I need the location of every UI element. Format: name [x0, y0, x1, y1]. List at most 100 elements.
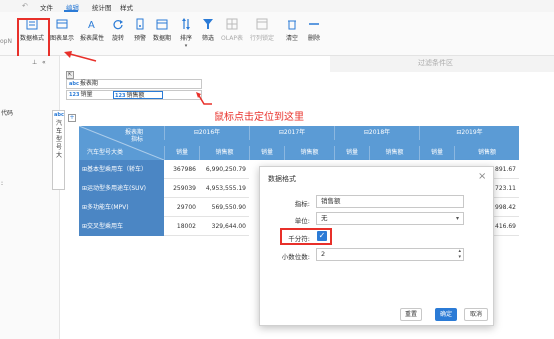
- left-panel-label: 代码: [1, 110, 14, 117]
- number-type-icon: 123: [69, 92, 80, 98]
- measure-header: 销量: [164, 146, 199, 160]
- add-icon[interactable]: +: [68, 114, 76, 122]
- olap-table-label: OLAP表: [221, 35, 243, 42]
- ok-button[interactable]: 确定: [435, 308, 457, 321]
- cancel-button[interactable]: 取消: [464, 308, 488, 321]
- table-cell[interactable]: 18002: [164, 217, 199, 236]
- measure-header: 销售额: [199, 146, 249, 160]
- table-row-label[interactable]: ⊞运动型多用途车(SUV): [79, 179, 164, 198]
- corner-metric: 指标: [131, 136, 144, 143]
- font-a-icon: A: [88, 20, 95, 30]
- filter-label: 筛选: [201, 35, 214, 42]
- rotate-label: 旋转: [111, 35, 124, 42]
- data-format-dialog: 数据格式 × 指标: 销售额 单位: 无 ▾ 千分符: ✓ 小数位数: 2 ▴ ▾…: [259, 166, 494, 326]
- table-row-label[interactable]: ⊞交叉型乘用车: [79, 217, 164, 236]
- pin-icon[interactable]: ⊥: [32, 59, 37, 66]
- data-period-label: 数据期: [152, 35, 171, 42]
- corner-car-type: 汽车型号大类: [87, 149, 124, 156]
- clear-button[interactable]: 清空: [280, 18, 304, 42]
- close-icon[interactable]: ×: [478, 171, 486, 182]
- minus-icon: [309, 23, 319, 25]
- measure-header: 销售额: [369, 146, 419, 160]
- text-type-icon: abc: [69, 81, 79, 87]
- tab-chart[interactable]: 统计图: [92, 2, 112, 12]
- rotate-icon: [113, 20, 123, 30]
- table-corner: 报表期 指标 汽车型号大类: [79, 126, 164, 160]
- chart-display-button[interactable]: 图表显示: [50, 18, 74, 42]
- metric-field[interactable]: 销售额: [316, 195, 464, 208]
- dialog-title: 数据格式: [268, 175, 296, 183]
- annotation-text: 鼠标点击定位到这里: [214, 112, 304, 123]
- lock-grid-icon: [256, 18, 268, 30]
- delete-button[interactable]: 删除: [302, 18, 326, 42]
- calendar-icon: [156, 19, 168, 30]
- row-col-lock-button[interactable]: 行列锁定: [250, 18, 274, 42]
- table-cell[interactable]: 6,990,250.79: [199, 160, 249, 179]
- unit-select[interactable]: 无 ▾: [316, 212, 464, 225]
- year-header-2018[interactable]: ⊟2018年: [334, 126, 419, 140]
- table-cell[interactable]: 4,953,555.19: [199, 179, 249, 198]
- sort-dropdown-icon[interactable]: ▾: [185, 43, 188, 49]
- left-panel: ⊥ « 代码 :: [0, 56, 60, 339]
- alert-label: 预警: [133, 35, 146, 42]
- collapse-icon[interactable]: «: [42, 59, 46, 66]
- year-header-2019[interactable]: ⊟2019年: [419, 126, 519, 140]
- menu-bar: ↶ 文件 编辑 统计图 样式: [0, 0, 554, 12]
- decimals-label: 小数位数:: [281, 253, 310, 261]
- clear-label: 清空: [285, 35, 298, 42]
- year-header-2017[interactable]: ⊟2017年: [249, 126, 334, 140]
- row-field-box[interactable]: abc 汽车型号大: [52, 110, 65, 190]
- olap-table-button[interactable]: OLAP表: [220, 18, 244, 42]
- left-panel-marker: :: [1, 180, 4, 187]
- pointer-arrow-icon: [64, 51, 97, 62]
- table-row-label[interactable]: ⊞多功能车(MPV): [79, 198, 164, 217]
- table-cell[interactable]: 29700: [164, 198, 199, 217]
- measure-header: 销量: [249, 146, 284, 160]
- chart-display-label: 图表显示: [50, 35, 75, 42]
- number-type-icon-2: 123: [115, 93, 126, 99]
- field-sales-volume[interactable]: 123销量: [69, 91, 92, 99]
- measure-header: 销售额: [284, 146, 334, 160]
- table-row-label[interactable]: ⊞基本型乘用车（轿车）: [79, 160, 164, 179]
- delete-label: 删除: [307, 35, 320, 42]
- thousand-sep-label: 千分符:: [288, 235, 310, 243]
- annotation-arrow-icon: [196, 92, 212, 105]
- sort-button[interactable]: 排序 ▾: [174, 18, 198, 49]
- report-props-button[interactable]: A 报表属性: [80, 18, 104, 42]
- measure-header: 销售额: [454, 146, 519, 160]
- measure-header: 销量: [334, 146, 369, 160]
- field-sales-amount[interactable]: 123销售额: [113, 91, 163, 99]
- stepper-arrows-icon[interactable]: ▴ ▾: [458, 248, 461, 260]
- toolbar-cut-label: opN: [0, 38, 12, 45]
- row-text-type-icon: abc: [54, 112, 64, 118]
- year-header-2016[interactable]: ⊟2016年: [164, 126, 249, 140]
- chevron-down-icon: ▾: [455, 215, 459, 222]
- metric-label: 指标:: [294, 200, 310, 208]
- tab-style[interactable]: 样式: [120, 2, 133, 12]
- table-cell[interactable]: 569,550.90: [199, 198, 249, 217]
- alert-button[interactable]: 预警: [128, 18, 152, 42]
- field-report-period[interactable]: 报表期: [80, 80, 98, 87]
- report-props-label: 报表属性: [80, 35, 105, 42]
- table-cell[interactable]: 367986: [164, 160, 199, 179]
- measure-header: 销量: [419, 146, 454, 160]
- data-period-button[interactable]: 数据期: [150, 18, 174, 42]
- olap-icon: [226, 18, 238, 30]
- expand-area-icon[interactable]: ⇱: [66, 71, 74, 79]
- undo-icon[interactable]: ↶: [22, 2, 28, 10]
- table-cell[interactable]: 329,644.00: [199, 217, 249, 236]
- filter-zone-text: 过滤条件区: [418, 59, 453, 67]
- tab-file[interactable]: 文件: [40, 2, 53, 12]
- field-car-type[interactable]: 汽车型号大: [56, 120, 63, 160]
- filter-button[interactable]: 筛选: [196, 18, 220, 42]
- decimals-stepper[interactable]: 2 ▴ ▾: [316, 248, 464, 261]
- funnel-icon: [203, 19, 213, 29]
- alert-icon: [136, 18, 144, 30]
- table-cell[interactable]: 259039: [164, 179, 199, 198]
- measure-field-box[interactable]: 123销量 123销售额: [66, 90, 202, 100]
- rotate-button[interactable]: 旋转: [106, 18, 130, 42]
- sort-icon: [182, 18, 190, 30]
- column-field-box[interactable]: abc报表期: [66, 79, 202, 89]
- thousand-sep-checkbox[interactable]: ✓: [317, 231, 327, 241]
- reset-button[interactable]: 重置: [400, 308, 422, 321]
